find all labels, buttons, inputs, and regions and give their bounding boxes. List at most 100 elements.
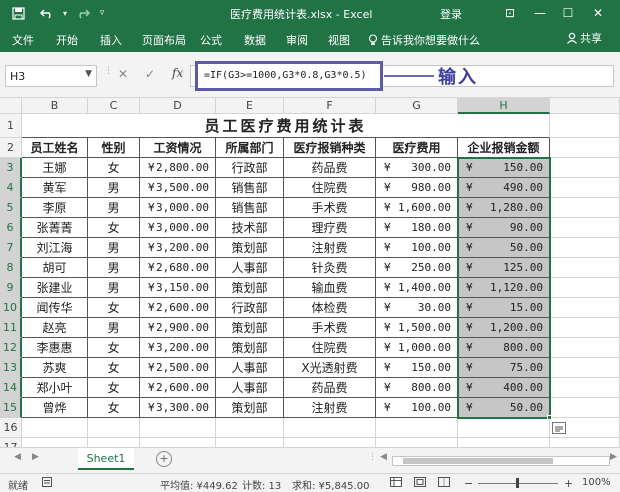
table-cell[interactable]: 女: [88, 378, 140, 398]
empty-cell[interactable]: [550, 258, 620, 278]
table-cell[interactable]: ¥980.00: [376, 178, 458, 198]
row-header-3[interactable]: 3: [0, 158, 22, 178]
table-cell[interactable]: 女: [88, 338, 140, 358]
table-cell[interactable]: 行政部: [216, 158, 284, 178]
table-cell[interactable]: ¥3,500.00: [140, 178, 216, 198]
customize-toolbar-icon[interactable]: ▿: [96, 0, 108, 26]
minimize-button[interactable]: —: [526, 0, 554, 26]
table-cell[interactable]: ¥3,200.00: [140, 238, 216, 258]
page-layout-view-icon[interactable]: [414, 477, 426, 490]
empty-cell[interactable]: [550, 198, 620, 218]
table-cell[interactable]: ¥150.00: [376, 358, 458, 378]
login-link[interactable]: 登录: [440, 6, 462, 22]
row-header-13[interactable]: 13: [0, 358, 22, 378]
normal-view-icon[interactable]: [390, 477, 402, 490]
empty-cell[interactable]: [284, 418, 376, 438]
table-cell[interactable]: ¥250.00: [376, 258, 458, 278]
restore-button[interactable]: ☐: [554, 0, 582, 26]
table-cell[interactable]: ¥800.00: [376, 378, 458, 398]
empty-cell[interactable]: [550, 138, 620, 158]
save-icon[interactable]: [8, 0, 28, 26]
cancel-icon[interactable]: ✕: [118, 67, 128, 81]
table-cell[interactable]: ¥490.00: [458, 178, 550, 198]
table-cell[interactable]: 策划部: [216, 318, 284, 338]
table-cell[interactable]: 住院费: [284, 338, 376, 358]
table-cell[interactable]: ¥1,600.00: [376, 198, 458, 218]
table-cell[interactable]: 男: [88, 278, 140, 298]
zoom-level[interactable]: 100%: [582, 477, 611, 488]
table-cell[interactable]: ¥400.00: [458, 378, 550, 398]
name-box[interactable]: H3 ▼: [5, 65, 97, 87]
page-break-view-icon[interactable]: [438, 477, 450, 490]
table-cell[interactable]: 住院费: [284, 178, 376, 198]
empty-cell[interactable]: [550, 178, 620, 198]
next-sheet-icon[interactable]: ▶: [32, 452, 39, 462]
horizontal-scrollbar[interactable]: [392, 456, 610, 466]
table-cell[interactable]: 赵亮: [22, 318, 88, 338]
row-header-17[interactable]: 17: [0, 438, 22, 447]
undo-icon[interactable]: [36, 0, 58, 26]
row-header-2[interactable]: 2: [0, 138, 22, 158]
table-cell[interactable]: ¥150.00: [458, 158, 550, 178]
table-cell[interactable]: 女: [88, 298, 140, 318]
table-cell[interactable]: ¥1,400.00: [376, 278, 458, 298]
table-cell[interactable]: 闻传华: [22, 298, 88, 318]
table-header-cell[interactable]: 性别: [88, 138, 140, 158]
empty-cell[interactable]: [140, 438, 216, 447]
empty-cell[interactable]: [216, 418, 284, 438]
scroll-right-icon[interactable]: ▶: [610, 452, 617, 462]
table-cell[interactable]: ¥2,600.00: [140, 298, 216, 318]
table-cell[interactable]: 张菁菁: [22, 218, 88, 238]
table-cell[interactable]: ¥2,500.00: [140, 358, 216, 378]
column-header-empty[interactable]: [550, 98, 620, 114]
table-cell[interactable]: ¥800.00: [458, 338, 550, 358]
table-cell[interactable]: ¥1,000.00: [376, 338, 458, 358]
row-header-6[interactable]: 6: [0, 218, 22, 238]
table-cell[interactable]: 女: [88, 398, 140, 418]
table-cell[interactable]: ¥1,500.00: [376, 318, 458, 338]
empty-cell[interactable]: [284, 438, 376, 447]
table-cell[interactable]: 药品费: [284, 378, 376, 398]
table-cell[interactable]: ¥3,150.00: [140, 278, 216, 298]
table-cell[interactable]: ¥2,680.00: [140, 258, 216, 278]
table-cell[interactable]: 手术费: [284, 198, 376, 218]
table-cell[interactable]: 销售部: [216, 198, 284, 218]
table-cell[interactable]: 女: [88, 358, 140, 378]
tab-insert[interactable]: 插入: [100, 32, 122, 48]
tab-view[interactable]: 视图: [328, 32, 350, 48]
worksheet-grid[interactable]: BCDEFGH1234567891011121314151617员工医疗费用统计…: [0, 98, 620, 447]
empty-cell[interactable]: [550, 338, 620, 358]
add-sheet-button[interactable]: +: [156, 451, 172, 467]
tell-me-box[interactable]: 告诉我你想要做什么: [368, 32, 480, 48]
empty-cell[interactable]: [550, 358, 620, 378]
table-cell[interactable]: 张建业: [22, 278, 88, 298]
empty-cell[interactable]: [216, 438, 284, 447]
row-header-10[interactable]: 10: [0, 298, 22, 318]
row-header-12[interactable]: 12: [0, 338, 22, 358]
table-cell[interactable]: 男: [88, 318, 140, 338]
table-cell[interactable]: 输血费: [284, 278, 376, 298]
undo-dropdown-icon[interactable]: ▾: [60, 0, 70, 26]
table-cell[interactable]: ¥30.00: [376, 298, 458, 318]
row-header-15[interactable]: 15: [0, 398, 22, 418]
table-cell[interactable]: ¥2,800.00: [140, 158, 216, 178]
table-cell[interactable]: 女: [88, 158, 140, 178]
empty-cell[interactable]: [550, 218, 620, 238]
redo-icon[interactable]: [74, 0, 92, 26]
empty-cell[interactable]: [140, 418, 216, 438]
close-button[interactable]: ✕: [584, 0, 612, 26]
table-header-cell[interactable]: 工资情况: [140, 138, 216, 158]
table-cell[interactable]: 郑小叶: [22, 378, 88, 398]
table-cell[interactable]: 刘江海: [22, 238, 88, 258]
table-cell[interactable]: ¥3,000.00: [140, 198, 216, 218]
column-header-f[interactable]: F: [284, 98, 376, 114]
tab-splitter-icon[interactable]: ⋮: [368, 452, 377, 462]
table-cell[interactable]: 黄军: [22, 178, 88, 198]
table-cell[interactable]: 策划部: [216, 338, 284, 358]
table-cell[interactable]: 针灸费: [284, 258, 376, 278]
scrollbar-thumb[interactable]: [403, 458, 553, 464]
column-header-c[interactable]: C: [88, 98, 140, 114]
row-header-7[interactable]: 7: [0, 238, 22, 258]
table-cell[interactable]: ¥100.00: [376, 238, 458, 258]
table-header-cell[interactable]: 员工姓名: [22, 138, 88, 158]
